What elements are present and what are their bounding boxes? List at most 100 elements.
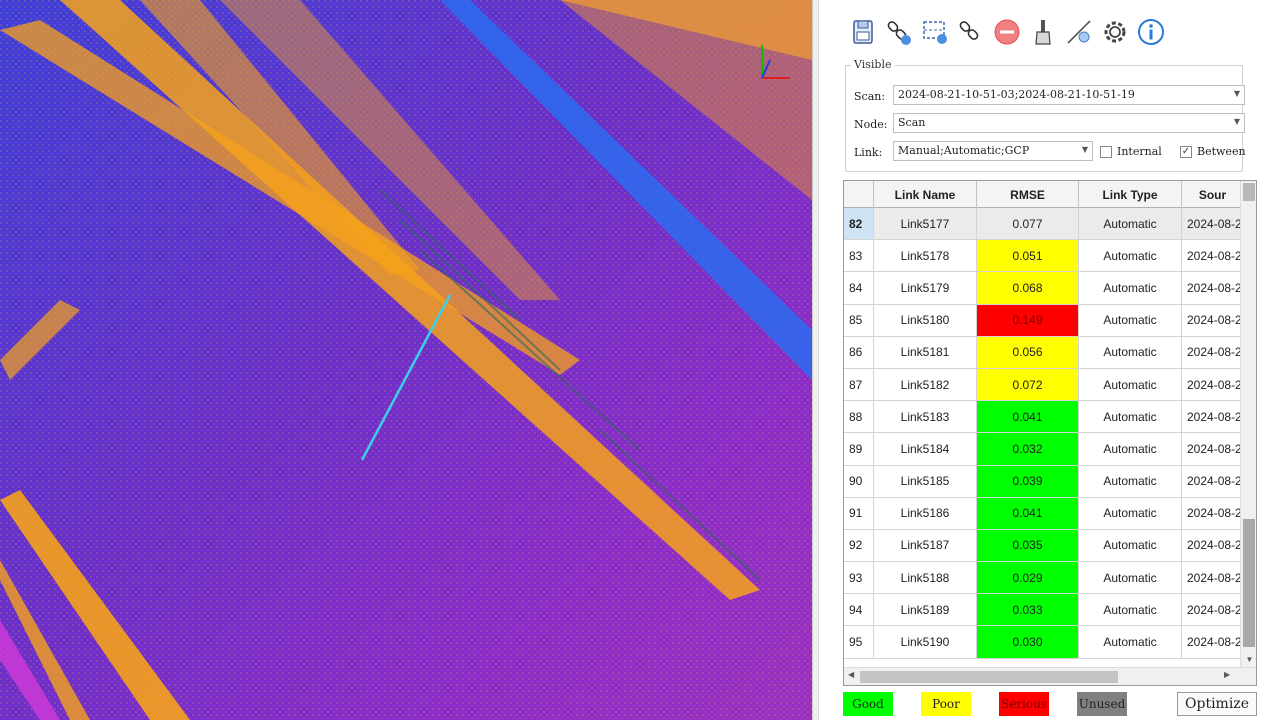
table-row[interactable]: 87 Link5182 0.072 Automatic 2024-08-2 (844, 368, 1244, 402)
cell-source[interactable]: 2024-08-2 (1182, 272, 1244, 304)
row-number[interactable]: 86 (844, 336, 874, 368)
cell-rmse[interactable]: 0.033 (977, 594, 1079, 626)
node-combo[interactable]: Scan ▼ (893, 113, 1245, 133)
vertical-scrollbar-thumb[interactable] (1243, 519, 1255, 647)
cell-link-name[interactable]: Link5190 (874, 626, 977, 658)
cell-rmse[interactable]: 0.029 (977, 562, 1079, 594)
point-cloud-viewport[interactable] (0, 0, 812, 720)
cell-link-name[interactable]: Link5181 (874, 336, 977, 368)
table-row[interactable]: 83 Link5178 0.051 Automatic 2024-08-2 (844, 240, 1244, 273)
cell-link-type[interactable]: Automatic (1079, 208, 1182, 240)
cell-link-name[interactable]: Link5183 (874, 401, 977, 433)
link-table[interactable]: Link Name RMSE Link Type Sour 82 Link5177… (843, 180, 1257, 686)
info-button[interactable] (1135, 14, 1167, 50)
remove-button[interactable] (991, 14, 1023, 50)
horizontal-scrollbar-thumb[interactable] (860, 671, 1118, 683)
cell-source[interactable]: 2024-08-2 (1182, 529, 1244, 562)
cell-link-type[interactable]: Automatic (1079, 562, 1182, 594)
row-number[interactable]: 89 (844, 433, 874, 465)
table-row[interactable]: 82 Link5177 0.077 Automatic 2024-08-2 (844, 208, 1244, 241)
row-number[interactable]: 92 (844, 529, 874, 562)
auto-link-button[interactable] (883, 14, 915, 50)
scroll-down-icon[interactable]: ▼ (1241, 653, 1256, 667)
cell-link-type[interactable]: Automatic (1079, 368, 1182, 401)
cell-link-name[interactable]: Link5186 (874, 497, 977, 529)
cell-source[interactable]: 2024-08-2 (1182, 465, 1244, 497)
header-link-name[interactable]: Link Name (874, 181, 977, 208)
link-combo[interactable]: Manual;Automatic;GCP ▼ (893, 141, 1093, 161)
cell-link-name[interactable]: Link5178 (874, 240, 977, 272)
table-row[interactable]: 85 Link5180 0.149 Automatic 2024-08-2 (844, 304, 1244, 337)
cell-source[interactable]: 2024-08-2 (1182, 336, 1244, 368)
cell-rmse[interactable]: 0.149 (977, 304, 1079, 336)
table-row[interactable]: 86 Link5181 0.056 Automatic 2024-08-2 (844, 336, 1244, 369)
table-row[interactable]: 92 Link5187 0.035 Automatic 2024-08-2 (844, 529, 1244, 563)
cell-rmse[interactable]: 0.039 (977, 465, 1079, 497)
link-edit-button[interactable] (955, 14, 987, 50)
cell-link-name[interactable]: Link5177 (874, 208, 977, 240)
table-row[interactable]: 84 Link5179 0.068 Automatic 2024-08-2 (844, 272, 1244, 305)
row-number[interactable]: 90 (844, 465, 874, 497)
row-number[interactable]: 91 (844, 497, 874, 529)
cell-source[interactable]: 2024-08-2 (1182, 401, 1244, 433)
cell-link-type[interactable]: Automatic (1079, 240, 1182, 272)
between-checkbox-box[interactable]: ✓ (1180, 145, 1192, 158)
table-row[interactable]: 90 Link5185 0.039 Automatic 2024-08-2 (844, 465, 1244, 498)
table-row[interactable]: 95 Link5190 0.030 Automatic 2024-08-2 (844, 626, 1244, 659)
settings-button[interactable] (1099, 14, 1131, 50)
table-row[interactable]: 89 Link5184 0.032 Automatic 2024-08-2 (844, 433, 1244, 466)
cell-link-name[interactable]: Link5184 (874, 433, 977, 465)
cell-link-name[interactable]: Link5182 (874, 368, 977, 401)
cell-link-name[interactable]: Link5180 (874, 304, 977, 336)
cell-link-type[interactable]: Automatic (1079, 497, 1182, 529)
header-link-type[interactable]: Link Type (1079, 181, 1182, 208)
scan-combo[interactable]: 2024-08-21-10-51-03;2024-08-21-10-51-19 … (893, 85, 1245, 105)
cell-link-type[interactable]: Automatic (1079, 336, 1182, 368)
cell-rmse[interactable]: 0.041 (977, 497, 1079, 529)
row-number[interactable]: 88 (844, 401, 874, 433)
cell-link-type[interactable]: Automatic (1079, 594, 1182, 626)
cell-link-type[interactable]: Automatic (1079, 304, 1182, 336)
save-button[interactable] (847, 14, 879, 50)
internal-checkbox-box[interactable] (1100, 145, 1112, 158)
row-number[interactable]: 83 (844, 240, 874, 272)
row-number[interactable]: 94 (844, 594, 874, 626)
table-row[interactable]: 88 Link5183 0.041 Automatic 2024-08-2 (844, 401, 1244, 434)
between-checkbox[interactable]: ✓ Between (1180, 145, 1246, 158)
row-number[interactable]: 93 (844, 562, 874, 594)
row-number[interactable]: 84 (844, 272, 874, 304)
cell-link-type[interactable]: Automatic (1079, 401, 1182, 433)
cell-source[interactable]: 2024-08-2 (1182, 240, 1244, 272)
grid-link-button[interactable] (919, 14, 951, 50)
header-rmse[interactable]: RMSE (977, 181, 1079, 208)
scroll-left-icon[interactable]: ◀ (848, 670, 854, 679)
cell-source[interactable]: 2024-08-2 (1182, 594, 1244, 626)
header-corner[interactable] (844, 181, 874, 208)
cell-rmse[interactable]: 0.072 (977, 368, 1079, 401)
cell-rmse[interactable]: 0.077 (977, 208, 1079, 240)
cell-source[interactable]: 2024-08-2 (1182, 304, 1244, 336)
table-row[interactable]: 93 Link5188 0.029 Automatic 2024-08-2 (844, 562, 1244, 595)
scroll-right-icon[interactable]: ▶ (1224, 670, 1230, 679)
cell-rmse[interactable]: 0.041 (977, 401, 1079, 433)
cell-link-name[interactable]: Link5179 (874, 272, 977, 304)
internal-checkbox[interactable]: Internal (1100, 145, 1162, 158)
cell-rmse[interactable]: 0.030 (977, 626, 1079, 658)
cell-source[interactable]: 2024-08-2 (1182, 626, 1244, 658)
cell-rmse[interactable]: 0.056 (977, 336, 1079, 368)
cell-link-type[interactable]: Automatic (1079, 272, 1182, 304)
cell-source[interactable]: 2024-08-2 (1182, 208, 1244, 240)
line-tool-button[interactable] (1063, 14, 1095, 50)
cell-rmse[interactable]: 0.035 (977, 529, 1079, 562)
cell-source[interactable]: 2024-08-2 (1182, 497, 1244, 529)
cell-link-name[interactable]: Link5187 (874, 529, 977, 562)
cell-link-type[interactable]: Automatic (1079, 626, 1182, 658)
optimize-button[interactable]: Optimize (1177, 692, 1257, 716)
row-number[interactable]: 95 (844, 626, 874, 658)
cell-link-type[interactable]: Automatic (1079, 529, 1182, 562)
vertical-scrollbar[interactable]: ▼ (1240, 181, 1256, 667)
cell-rmse[interactable]: 0.051 (977, 240, 1079, 272)
row-number[interactable]: 82 (844, 208, 874, 240)
row-number[interactable]: 85 (844, 304, 874, 336)
cell-link-type[interactable]: Automatic (1079, 433, 1182, 465)
